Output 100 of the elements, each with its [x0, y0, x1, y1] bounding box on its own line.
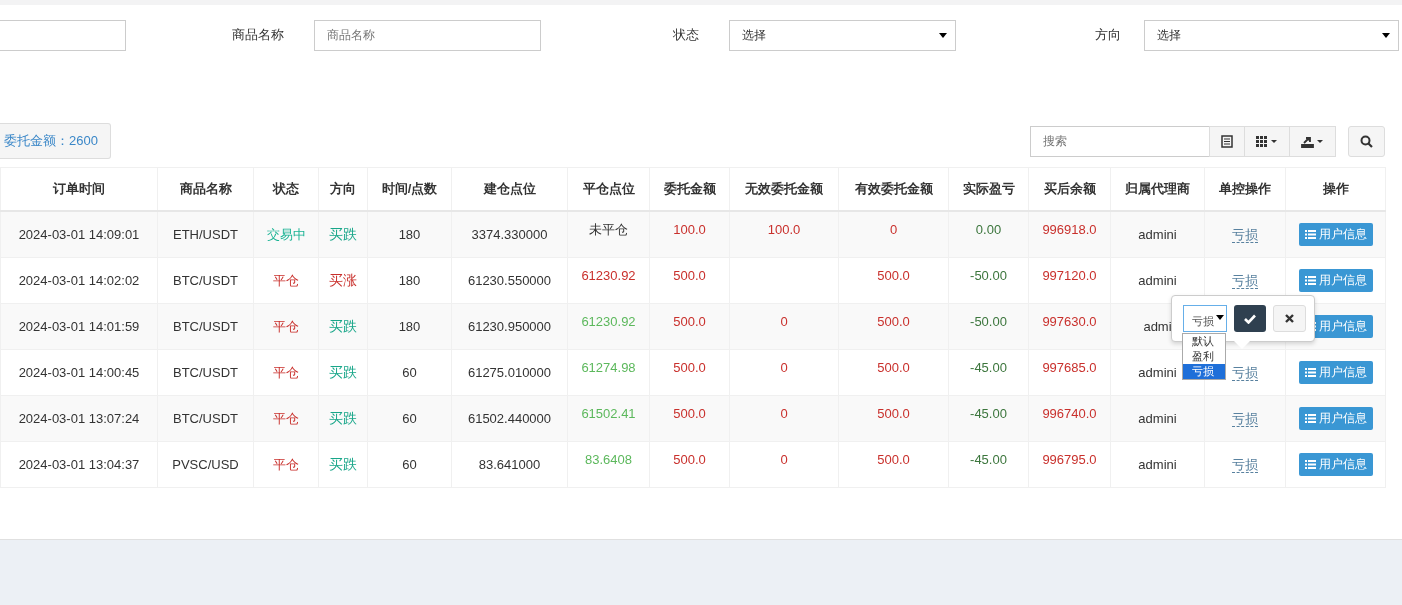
- table-cell: 61502.440000: [467, 411, 552, 426]
- table-cell: 997630.0: [1042, 314, 1097, 329]
- table-cell: 100.0: [767, 222, 801, 237]
- close-price: 未平仓: [589, 221, 628, 237]
- check-icon: [1244, 313, 1257, 324]
- direction-text: 买跌: [329, 317, 357, 334]
- search-field[interactable]: 搜索: [1030, 125, 1210, 157]
- export-button[interactable]: [1289, 125, 1336, 157]
- table-cell: 500.0: [673, 314, 706, 329]
- list-icon: [1304, 414, 1316, 423]
- table-cell: 180: [398, 227, 421, 242]
- dropdown-option[interactable]: 默认: [1183, 334, 1225, 349]
- close-price: 61274.98: [581, 360, 636, 375]
- table-cell: BTC/USDT: [173, 365, 238, 380]
- select-field[interactable]: 亏损: [1183, 305, 1227, 332]
- control-link[interactable]: 亏损: [1232, 226, 1258, 243]
- close-price: 61502.41: [581, 406, 636, 421]
- table-cell: 997120.0: [1042, 268, 1097, 283]
- filter-label: 商品名称: [232, 26, 285, 44]
- control-link[interactable]: 亏损: [1232, 272, 1258, 289]
- table-cell: 61275.010000: [467, 365, 552, 380]
- input-field[interactable]: [0, 19, 126, 51]
- control-link[interactable]: 亏损: [1232, 364, 1258, 381]
- table-cell: 61230.550000: [467, 273, 552, 288]
- table-cell: admini: [1138, 411, 1177, 426]
- status-text: 平仓: [273, 364, 299, 380]
- search-icon: [1360, 134, 1373, 148]
- table-cell: -50.00: [970, 268, 1007, 283]
- table-cell: 500.0: [673, 268, 706, 283]
- status-text: 平仓: [273, 272, 299, 288]
- table-cell: 500.0: [877, 314, 910, 329]
- table-cell: 500.0: [877, 268, 910, 283]
- direction-text: 买跌: [329, 225, 357, 242]
- table-cell: 2024-03-01 13:04:37: [18, 457, 140, 472]
- filter-label: 状态: [673, 26, 700, 44]
- table-cell: 100.0: [673, 222, 706, 237]
- input-field[interactable]: 商品名称: [314, 19, 541, 51]
- table-cell: -50.00: [970, 314, 1007, 329]
- direction-text: 买涨: [329, 271, 357, 288]
- table-cell: BTC/USDT: [173, 273, 238, 288]
- table-cell: 997685.0: [1042, 360, 1097, 375]
- table-cell: 0: [889, 222, 898, 237]
- search-button[interactable]: [1348, 125, 1385, 157]
- list-icon: [1304, 460, 1316, 469]
- table-cell: 0.00: [975, 222, 1002, 237]
- control-link[interactable]: 亏损: [1232, 456, 1258, 473]
- list-view-button[interactable]: [1209, 125, 1245, 157]
- table-cell: 500.0: [877, 452, 910, 467]
- table-cell: 83.641000: [478, 457, 541, 472]
- table-cell: 0: [780, 360, 788, 375]
- direction-text: 买跌: [329, 363, 357, 380]
- table-cell: 2024-03-01 14:01:59: [18, 319, 140, 334]
- filter-label: 方向: [1095, 26, 1122, 44]
- table-cell: 996795.0: [1042, 452, 1097, 467]
- list-icon: [1304, 368, 1316, 377]
- list-icon: [1304, 276, 1316, 285]
- table-cell: -45.00: [970, 360, 1007, 375]
- export-icon: [1300, 134, 1325, 148]
- dropdown-option[interactable]: 盈利: [1183, 349, 1225, 364]
- table-cell: 0: [780, 314, 788, 329]
- list-icon: [1221, 134, 1233, 148]
- table-cell: ETH/USDT: [173, 227, 238, 242]
- table-cell: 60: [402, 411, 417, 426]
- table-cell: 996740.0: [1042, 406, 1097, 421]
- table-cell: 2024-03-01 14:02:02: [18, 273, 140, 288]
- direction-text: 买跌: [329, 409, 357, 426]
- table-cell: 61230.950000: [467, 319, 552, 334]
- list-icon: [1304, 230, 1316, 239]
- table-cell: 60: [402, 457, 417, 472]
- table-cell: 0: [780, 452, 788, 467]
- confirm-button[interactable]: [1234, 305, 1267, 332]
- direction-text: 买跌: [329, 455, 357, 472]
- cancel-button[interactable]: [1273, 305, 1306, 332]
- table-cell: 500.0: [877, 406, 910, 421]
- status-text: 平仓: [273, 410, 299, 426]
- table-cell: admini: [1138, 457, 1177, 472]
- table-cell: PVSC/USD: [172, 457, 239, 472]
- columns-button[interactable]: [1244, 125, 1290, 157]
- table-cell: 180: [398, 319, 421, 334]
- control-link[interactable]: 亏损: [1232, 410, 1258, 427]
- table-cell: admini: [1138, 273, 1177, 288]
- status-text: 平仓: [273, 456, 299, 472]
- close-icon: [1285, 314, 1295, 323]
- select-field[interactable]: 选择: [729, 19, 956, 51]
- table-cell: 0: [780, 406, 788, 421]
- table-cell: 500.0: [673, 360, 706, 375]
- dropdown-option[interactable]: 亏损: [1183, 364, 1225, 379]
- table-cell: admini: [1138, 227, 1177, 242]
- table-cell: admi: [1143, 319, 1172, 334]
- table-cell: 2024-03-01 13:07:24: [18, 411, 140, 426]
- table-cell: 180: [398, 273, 421, 288]
- select-field[interactable]: 选择: [1144, 19, 1399, 51]
- table-cell: admini: [1138, 365, 1177, 380]
- close-price: 83.6408: [585, 452, 632, 467]
- table-cell: 500.0: [673, 406, 706, 421]
- table-cell: 996918.0: [1042, 222, 1097, 237]
- status-text: 交易中: [266, 226, 306, 242]
- status-text: 平仓: [273, 318, 299, 334]
- table-cell: 2024-03-01 14:00:45: [18, 365, 140, 380]
- table-cell: BTC/USDT: [173, 411, 238, 426]
